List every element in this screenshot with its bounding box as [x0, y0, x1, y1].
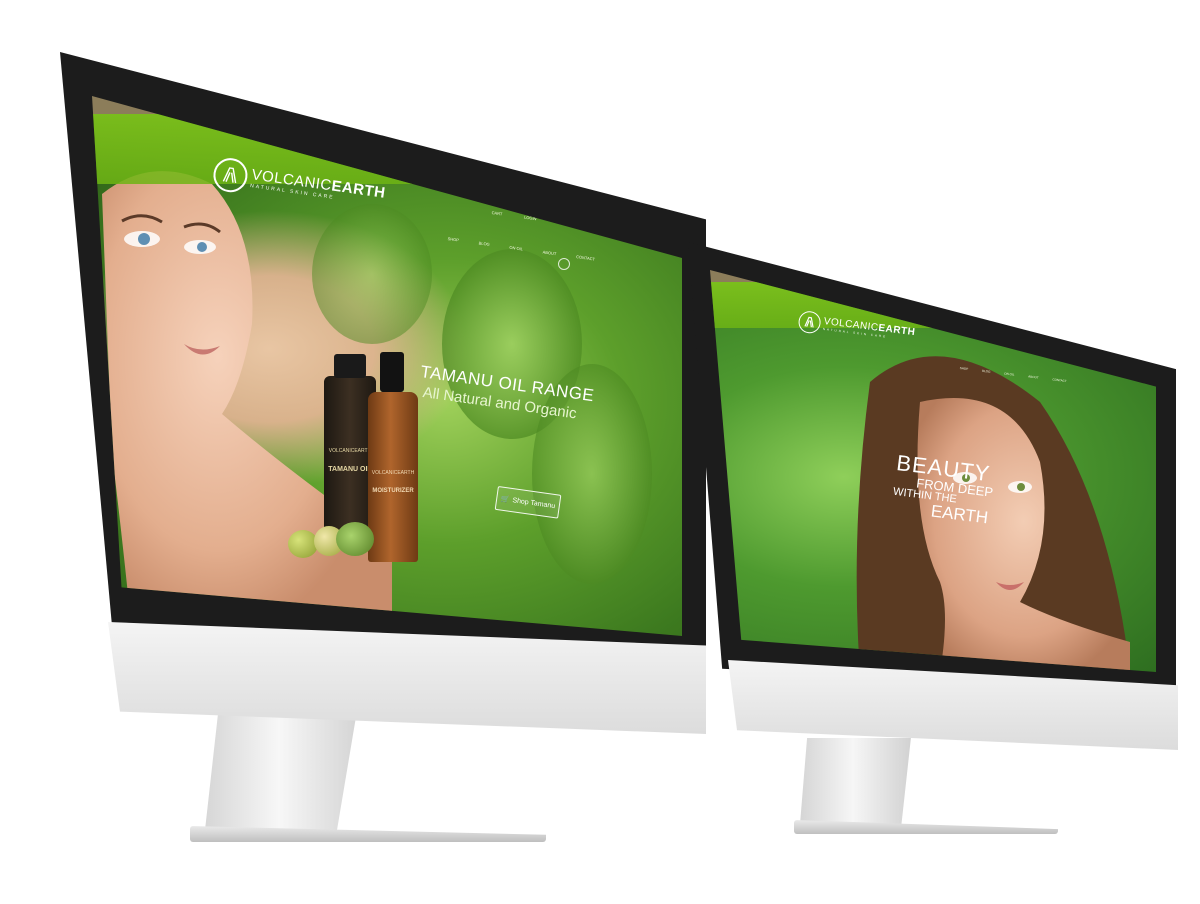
volcanic-earth-logo-icon [797, 310, 822, 335]
right-screen: BEAUTY FROM DEEP WITHIN THE EARTH VOLCAN… [710, 270, 1156, 672]
right-headline: BEAUTY FROM DEEP WITHIN THE EARTH [890, 450, 996, 527]
nav-shop[interactable]: SHOP [960, 366, 969, 371]
right-hero: BEAUTY FROM DEEP WITHIN THE EARTH [710, 282, 1156, 672]
right-monitor-stand-base [794, 820, 1058, 834]
nav-blog[interactable]: BLOG [982, 369, 991, 374]
right-monitor: BEAUTY FROM DEEP WITHIN THE EARTH VOLCAN… [0, 0, 1200, 904]
right-monitor-stand [800, 738, 911, 824]
